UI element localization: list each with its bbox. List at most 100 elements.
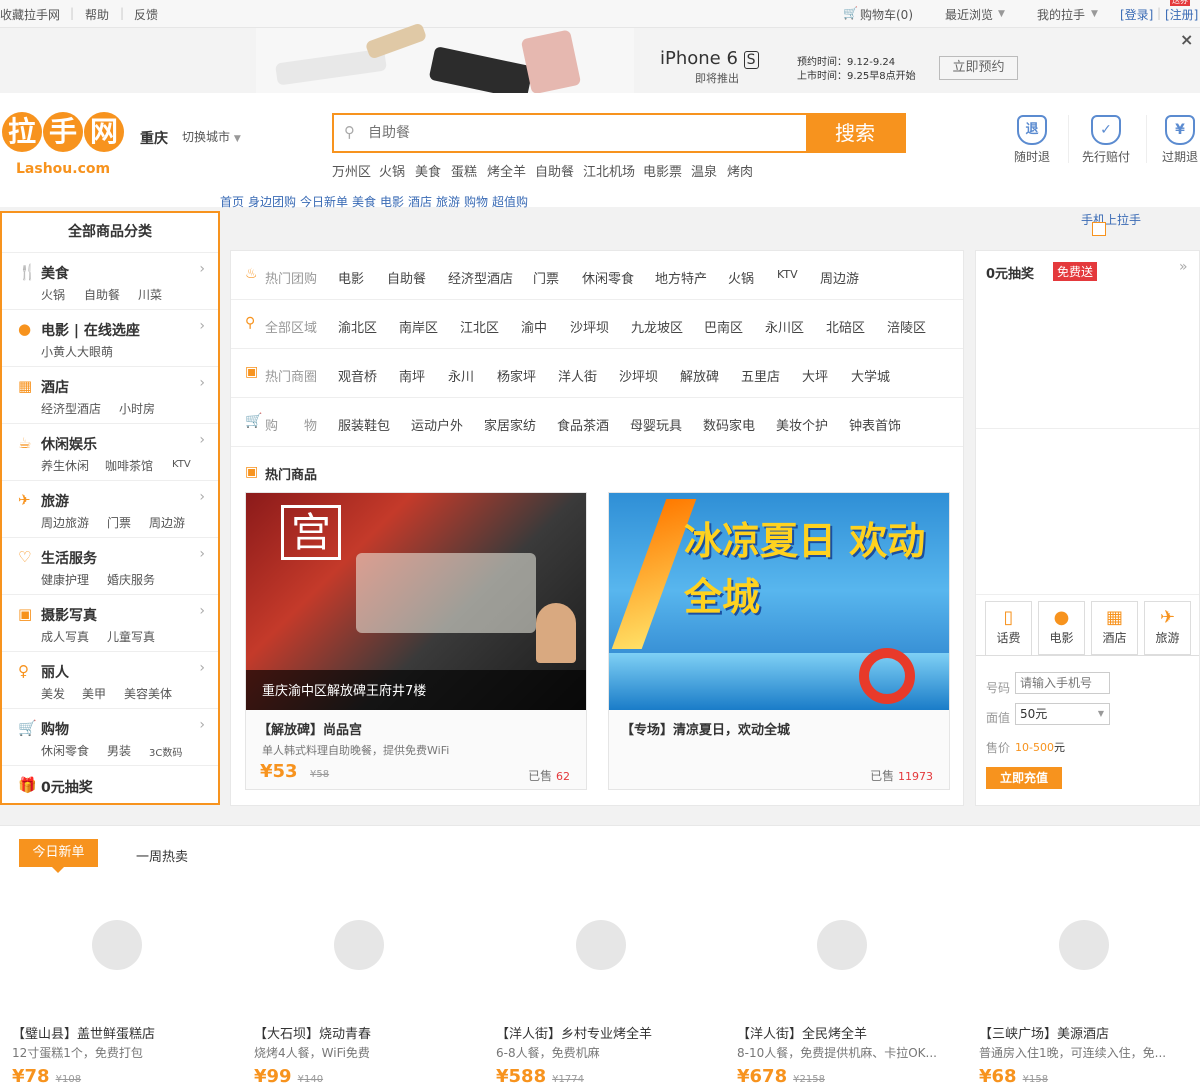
phone-number-input[interactable] [1015,672,1110,694]
subcategory-link[interactable]: 美发 [41,685,65,702]
filter-link[interactable]: 渝北区 [338,317,377,336]
hotword-link[interactable]: 江北机场 [583,161,635,180]
filter-link[interactable]: 电影 [338,268,364,287]
filter-link[interactable]: KTV [777,268,798,281]
filter-link[interactable]: 数码家电 [703,415,755,434]
tab-week-hot[interactable]: 一周热卖 [136,846,188,865]
guarantee-expire-refund[interactable]: ¥ 过期退 [1160,115,1200,165]
double-chevron-right-icon[interactable]: » [1179,259,1188,275]
subcategory-link[interactable]: 咖啡茶馆 [105,457,153,474]
filter-link[interactable]: 火锅 [728,268,754,287]
filter-link[interactable]: 观音桥 [338,366,377,385]
face-value-select[interactable]: 50元 ▼ [1015,703,1110,725]
filter-link[interactable]: 服装鞋包 [338,415,390,434]
hotword-link[interactable]: 烤全羊 [487,161,526,180]
filter-link[interactable]: 经济型酒店 [448,268,513,287]
tab-hotel[interactable]: ▦ 酒店 [1091,601,1138,655]
subcategory-link[interactable]: KTV [172,459,191,470]
hot-product-card[interactable]: 宫 重庆渝中区解放碑王府井7楼 【解放碑】尚品宫 单人韩式料理自助晚餐，提供免费… [245,492,587,790]
help-link[interactable]: 帮助 [85,6,109,23]
filter-link[interactable]: 南坪 [399,366,425,385]
filter-link[interactable]: 解放碑 [680,366,719,385]
filter-link[interactable]: 美妆个护 [776,415,828,434]
filter-link[interactable]: 永川区 [765,317,804,336]
subcategory-link[interactable]: 自助餐 [84,286,120,303]
login-link[interactable]: [登录] [1120,6,1153,23]
subcategory-link[interactable]: 周边旅游 [41,514,89,531]
hotword-link[interactable]: 火锅 [379,161,405,180]
hotword-link[interactable]: 温泉 [691,161,717,180]
subcategory-link[interactable]: 周边游 [149,514,185,531]
filter-link[interactable]: 巴南区 [704,317,743,336]
switch-city-dropdown[interactable]: 切换城市 ▼ [182,128,241,145]
filter-link[interactable]: 钟表首饰 [849,415,901,434]
hotword-link[interactable]: 自助餐 [535,161,574,180]
filter-link[interactable]: 杨家坪 [497,366,536,385]
recent-dropdown[interactable]: 最近浏览 [945,6,993,23]
subcategory-link[interactable]: 儿童写真 [107,628,155,645]
subcategory-link[interactable]: 休闲零食 [41,742,89,759]
filter-link[interactable]: 家居家纺 [484,415,536,434]
filter-link[interactable]: 自助餐 [387,268,426,287]
preorder-button[interactable]: 立即预约 [939,56,1018,80]
nav-today[interactable]: 今日新单 [300,193,348,210]
tab-travel[interactable]: ✈ 旅游 [1144,601,1191,655]
category-movie[interactable]: ● 电影 | 在线选座 › 小黄人大眼萌 [2,310,218,367]
subcategory-link[interactable]: 美容美体 [124,685,172,702]
filter-link[interactable]: 食品茶酒 [557,415,609,434]
nav-nearby[interactable]: 身边团购 [248,193,296,210]
nav-travel[interactable]: 旅游 [436,193,460,210]
subcategory-link[interactable]: 成人写真 [41,628,89,645]
filter-link[interactable]: 大学城 [851,366,890,385]
subcategory-link[interactable]: 门票 [107,514,131,531]
subcategory-link[interactable]: 养生休闲 [41,457,89,474]
product-card[interactable]: 【璧山县】盖世鲜蛋糕店 12寸蛋糕1个，免费打包 ¥78 ¥108 [12,890,232,1091]
filter-link[interactable]: 南岸区 [399,317,438,336]
product-card[interactable]: 【三峡广场】美源酒店 普通房入住1晚，可连续入住，免... ¥68 ¥158 [979,890,1199,1091]
category-hotel[interactable]: ▦ 酒店 › 经济型酒店 小时房 [2,367,218,424]
subcategory-link[interactable]: 3C数码 [149,744,182,759]
recharge-button[interactable]: 立即充值 [986,767,1062,789]
filter-link[interactable]: 地方特产 [655,268,707,287]
filter-link[interactable]: 九龙坡区 [631,317,683,336]
guarantee-refund-anytime[interactable]: 退 随时退 [1012,115,1052,165]
product-card[interactable]: 【大石坝】烧动青春 烧烤4人餐，WiFi免费 ¥99 ¥140 [254,890,474,1091]
cart-link[interactable]: 购物车(0) [860,6,913,23]
hotword-link[interactable]: 电影票 [643,161,682,180]
subcategory-link[interactable]: 小黄人大眼萌 [41,343,113,360]
filter-link[interactable]: 洋人街 [558,366,597,385]
filter-link[interactable]: 母婴玩具 [630,415,682,434]
filter-link[interactable]: 周边游 [820,268,859,287]
subcategory-link[interactable]: 美甲 [82,685,106,702]
category-shopping[interactable]: 🛒 购物 › 休闲零食 男装 3C数码 [2,709,218,766]
close-icon[interactable]: × [1180,30,1193,49]
subcategory-link[interactable]: 经济型酒店 [41,400,101,417]
filter-link[interactable]: 永川 [448,366,474,385]
category-entertainment[interactable]: ☕ 休闲娱乐 › 养生休闲 咖啡茶馆 KTV [2,424,218,481]
subcategory-link[interactable]: 男装 [107,742,131,759]
nav-hotel[interactable]: 酒店 [408,193,432,210]
mine-dropdown[interactable]: 我的拉手 [1037,6,1085,23]
hotword-link[interactable]: 美食 [415,161,441,180]
category-food[interactable]: 🍴 美食 › 火锅 自助餐 川菜 [2,253,218,310]
filter-link[interactable]: 门票 [533,268,559,287]
favorite-link[interactable]: 收藏拉手网 [0,6,60,23]
subcategory-link[interactable]: 健康护理 [41,571,89,588]
logo[interactable]: 拉 手 网 Lashou.com [0,108,127,177]
filter-link[interactable]: 沙坪坝 [619,366,658,385]
tab-phone-bill[interactable]: ▯ 话费 [985,601,1032,655]
filter-link[interactable]: 大坪 [802,366,828,385]
hotword-link[interactable]: 烤肉 [727,161,753,180]
category-lottery[interactable]: 🎁 0元抽奖 [2,766,218,803]
search-input[interactable] [368,115,802,151]
hotword-link[interactable]: 万州区 [332,161,371,180]
category-life-service[interactable]: ♡ 生活服务 › 健康护理 婚庆服务 [2,538,218,595]
search-button[interactable]: 搜索 [806,115,904,151]
subcategory-link[interactable]: 火锅 [41,286,65,303]
register-link[interactable]: [注册] [1165,6,1198,23]
filter-link[interactable]: 沙坪坝 [570,317,609,336]
category-beauty[interactable]: ♀ 丽人 › 美发 美甲 美容美体 [2,652,218,709]
filter-link[interactable]: 涪陵区 [887,317,926,336]
feedback-link[interactable]: 反馈 [134,6,158,23]
subcategory-link[interactable]: 小时房 [119,400,155,417]
